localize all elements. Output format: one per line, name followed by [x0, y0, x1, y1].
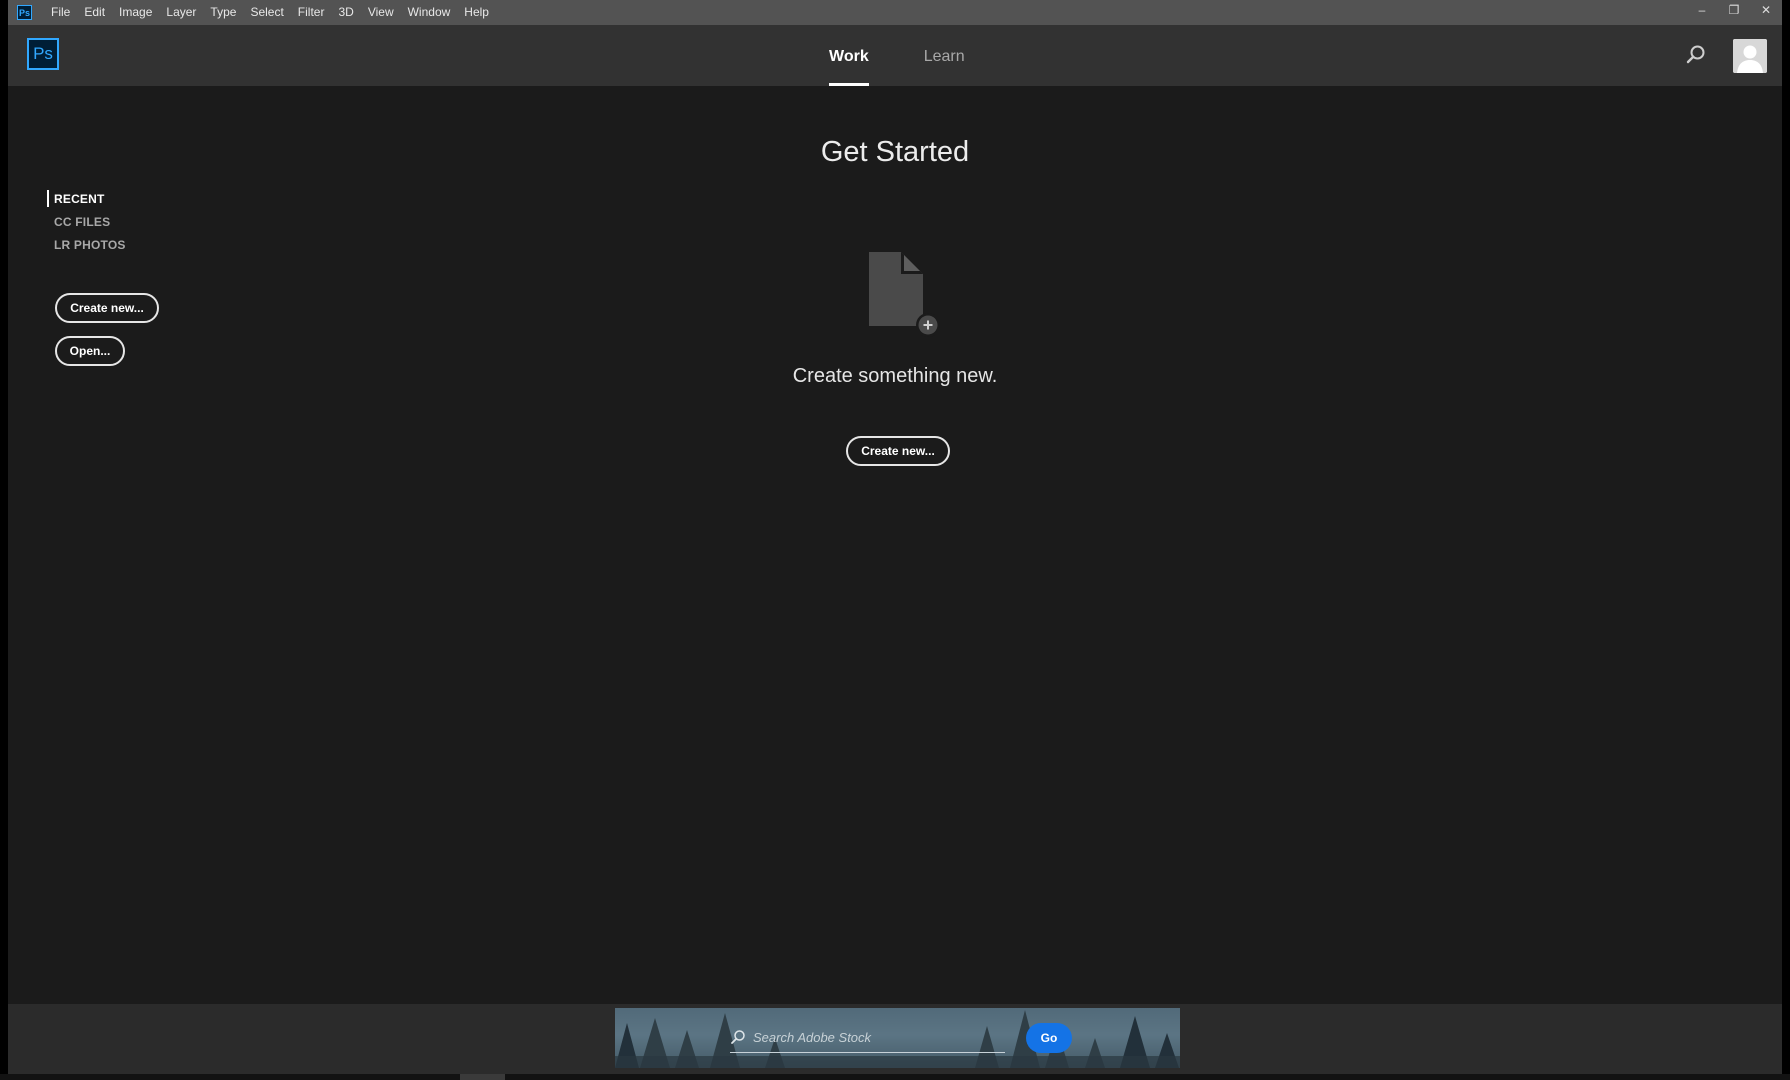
new-document-icon [861, 250, 941, 340]
photoshop-window: Ps File Edit Image Layer Type Select Fil… [8, 0, 1782, 1074]
tab-work[interactable]: Work [829, 25, 869, 86]
app-header: Ps Work Learn [8, 25, 1782, 86]
stock-search-placeholder: Search Adobe Stock [753, 1029, 872, 1045]
window-controls: – ❐ ✕ [1686, 0, 1782, 25]
page-title: Get Started [820, 136, 970, 168]
menu-view[interactable]: View [361, 0, 401, 25]
taskbar-item[interactable] [460, 1074, 505, 1080]
menu-select[interactable]: Select [243, 0, 290, 25]
stock-search-input[interactable]: Search Adobe Stock [730, 1022, 1005, 1053]
minimize-icon[interactable]: – [1686, 0, 1718, 19]
nav-item-lr-photos[interactable]: LR PHOTOS [54, 238, 126, 252]
search-icon [731, 1030, 745, 1044]
taskbar [0, 1074, 1790, 1080]
left-create-new-button[interactable]: Create new... [55, 293, 159, 323]
menu-3d[interactable]: 3D [331, 0, 360, 25]
adobe-stock-banner: Search Adobe Stock Go [615, 1008, 1180, 1068]
center-create-new-button[interactable]: Create new... [846, 436, 950, 466]
menu-window[interactable]: Window [401, 0, 458, 25]
page-subtitle: Create something new. [792, 365, 998, 387]
menu-filter[interactable]: Filter [291, 0, 332, 25]
menu-type[interactable]: Type [203, 0, 243, 25]
stock-go-button[interactable]: Go [1026, 1023, 1072, 1053]
search-icon[interactable] [1684, 43, 1708, 67]
menu-file[interactable]: File [44, 0, 77, 25]
photoshop-logo[interactable]: Ps [27, 38, 59, 70]
close-icon[interactable]: ✕ [1750, 0, 1782, 19]
footer: Search Adobe Stock Go [8, 1004, 1782, 1074]
restore-icon[interactable]: ❐ [1718, 0, 1750, 19]
photoshop-app-icon[interactable]: Ps [17, 5, 32, 20]
menu-bar: Ps File Edit Image Layer Type Select Fil… [8, 0, 1782, 25]
menu-image[interactable]: Image [112, 0, 159, 25]
menu-layer[interactable]: Layer [159, 0, 203, 25]
open-button[interactable]: Open... [55, 336, 125, 366]
avatar-icon[interactable] [1733, 39, 1767, 73]
header-tabs: Work Learn [829, 25, 1020, 86]
nav-item-cc-files[interactable]: CC FILES [54, 215, 110, 229]
tab-learn[interactable]: Learn [924, 25, 965, 86]
menu-help[interactable]: Help [457, 0, 496, 25]
menu-edit[interactable]: Edit [77, 0, 112, 25]
nav-item-recent[interactable]: RECENT [47, 190, 105, 207]
